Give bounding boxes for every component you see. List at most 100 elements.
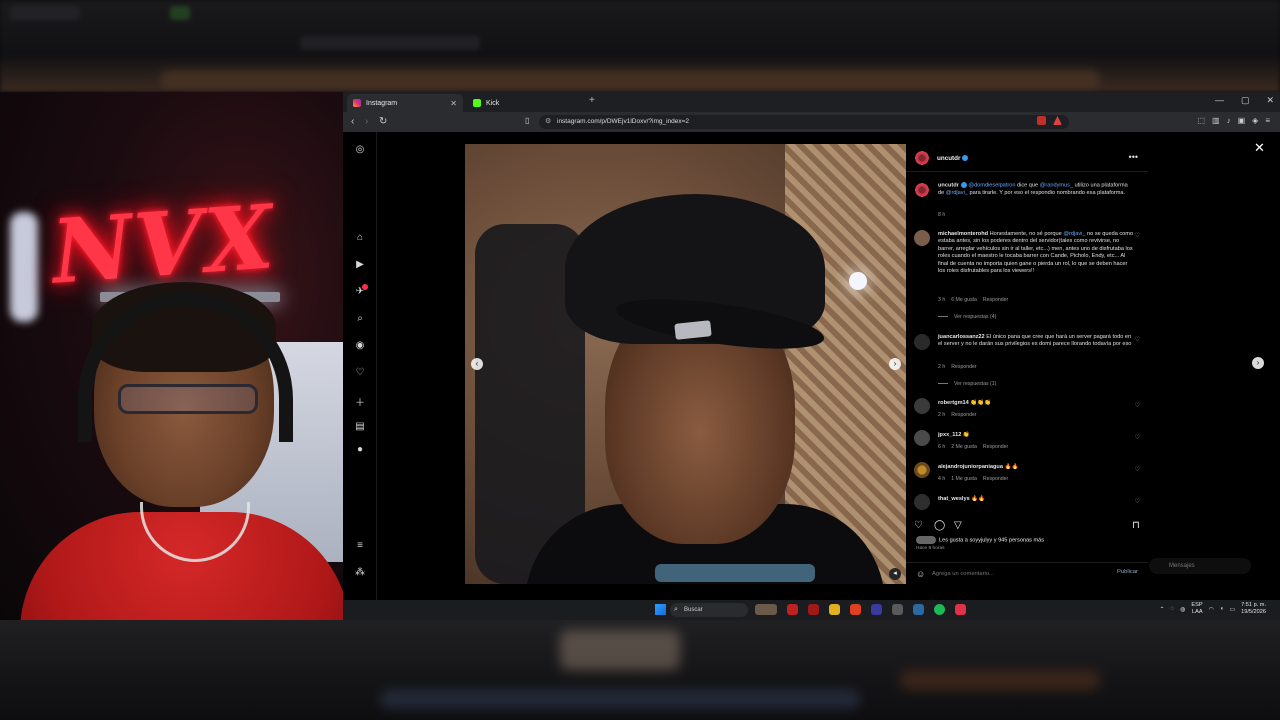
reply-link[interactable]: Responder — [983, 297, 1008, 303]
like-comment-icon[interactable]: ♡ — [1135, 498, 1140, 505]
tray-arrow-icon[interactable]: ⌃ — [1160, 606, 1165, 613]
youtube-icon[interactable] — [787, 604, 798, 615]
comment-input[interactable] — [932, 569, 1102, 579]
commenter-avatar[interactable] — [914, 430, 930, 446]
spotify-icon[interactable] — [934, 604, 945, 615]
mention-link[interactable]: @rdjavi_ — [1063, 231, 1085, 237]
carousel-next-icon[interactable]: › — [889, 358, 901, 370]
carousel-prev-icon[interactable]: ‹ — [471, 358, 483, 370]
mention-link[interactable]: @randymus_ — [1040, 182, 1073, 188]
next-post-icon[interactable]: › — [1252, 357, 1264, 369]
more-menu-icon[interactable]: ≡ — [353, 540, 367, 551]
reels-icon[interactable]: ▶ — [353, 259, 367, 270]
forward-icon[interactable]: › — [365, 116, 368, 127]
wifi-icon[interactable]: ◠ — [1209, 606, 1214, 613]
author-avatar[interactable] — [914, 150, 930, 166]
url-field[interactable]: ⚙ instagram.com/p/DWEjv1lDoxv/?img_index… — [539, 115, 1069, 129]
caption-avatar[interactable] — [914, 182, 930, 198]
comment-username[interactable]: that_weslys — [938, 496, 970, 502]
view-replies-link[interactable]: Ver respuestas (1) — [938, 381, 996, 387]
site-info-icon[interactable]: ⚙ — [545, 115, 551, 129]
meta-icon[interactable]: ⁂ — [353, 567, 367, 578]
instagram-logo-icon[interactable]: ◎ — [353, 144, 367, 155]
extensions-icon[interactable]: ⬚ — [1197, 116, 1205, 125]
file-explorer-icon[interactable] — [829, 604, 840, 615]
comment-username[interactable]: michaelmonterohd — [938, 231, 988, 237]
reply-link[interactable]: Responder — [951, 412, 976, 418]
reload-icon[interactable]: ↻ — [379, 116, 387, 127]
create-icon[interactable]: ＋ — [353, 394, 367, 409]
home-icon[interactable]: ⌂ — [353, 232, 367, 243]
reply-link[interactable]: Responder — [983, 444, 1008, 450]
back-icon[interactable]: ‹ — [351, 116, 354, 127]
like-comment-icon[interactable]: ♡ — [1135, 336, 1140, 343]
clock[interactable]: 7:51 p. m. 19/5/2026 — [1241, 602, 1266, 616]
more-options-icon[interactable]: ••• — [1129, 152, 1138, 162]
close-modal-icon[interactable]: ✕ — [1254, 140, 1265, 156]
like-comment-icon[interactable]: ♡ — [1135, 466, 1140, 473]
new-tab-button[interactable]: + — [589, 95, 595, 106]
commenter-avatar[interactable] — [914, 494, 930, 510]
reply-link[interactable]: Responder — [951, 364, 976, 370]
close-tab-icon[interactable]: ✕ — [450, 99, 457, 108]
brave-icon[interactable] — [850, 604, 861, 615]
tab-kick[interactable]: Kick — [467, 94, 583, 112]
sidebar-icon[interactable]: ▥ — [1212, 116, 1220, 125]
playlist-icon[interactable]: ♪ — [1227, 116, 1231, 125]
like-comment-icon[interactable]: ♡ — [1135, 232, 1140, 239]
emoji-icon[interactable]: ☺ — [916, 569, 925, 579]
brave-shield-icon[interactable] — [1037, 116, 1046, 125]
mention-link[interactable]: @rdjavi_ — [946, 190, 968, 196]
messages-button[interactable]: Mensajes — [1149, 558, 1251, 574]
vpn-icon[interactable]: ◈ — [1252, 116, 1258, 125]
discord-icon[interactable] — [871, 604, 882, 615]
wallet-icon[interactable]: ▣ — [1238, 116, 1246, 125]
mention-link[interactable]: @domdieselpatron — [968, 182, 1015, 188]
menu-icon[interactable]: ≡ — [1265, 116, 1270, 125]
like-comment-icon[interactable]: ♡ — [1135, 434, 1140, 441]
author-username[interactable]: uncutdr — [937, 155, 969, 162]
battery-icon[interactable]: ▭ — [1229, 606, 1235, 613]
steam-icon[interactable] — [913, 604, 924, 615]
profile-avatar-icon[interactable]: ● — [353, 444, 367, 455]
publish-button[interactable]: Publicar — [1117, 569, 1138, 575]
comment-username[interactable]: juancarlossanz22 — [938, 334, 985, 340]
app-icon[interactable] — [808, 604, 819, 615]
app-tray-icon[interactable]: ◍ — [1180, 606, 1185, 613]
explore-icon[interactable]: ◉ — [353, 340, 367, 351]
app-icon[interactable] — [955, 604, 966, 615]
comment-username[interactable]: alejandrojuniorpaniagua — [938, 464, 1003, 470]
commenter-avatar[interactable] — [914, 462, 930, 478]
widget-icon[interactable] — [755, 604, 777, 615]
commenter-avatar[interactable] — [914, 230, 930, 246]
reply-link[interactable]: Responder — [983, 476, 1008, 482]
post-image[interactable]: ‹ › — [465, 144, 906, 584]
commenter-avatar[interactable] — [914, 334, 930, 350]
comment-username[interactable]: robertgm14 — [938, 400, 969, 406]
comment-username[interactable]: jpxx_112 — [938, 432, 961, 438]
minimize-icon[interactable]: — — [1215, 95, 1224, 106]
view-replies-link[interactable]: Ver respuestas (4) — [938, 314, 996, 320]
like-icon[interactable]: ♡ — [914, 520, 923, 531]
language-indicator[interactable]: ESP LAA — [1191, 602, 1202, 616]
search-icon[interactable]: ⌕ — [353, 313, 367, 324]
mute-icon[interactable]: ◂ — [889, 568, 901, 580]
caption-username[interactable]: uncutdr — [938, 182, 959, 188]
app-icon[interactable] — [892, 604, 903, 615]
dashboard-icon[interactable]: ▤ — [353, 421, 367, 432]
bookmark-icon[interactable]: ▯ — [525, 116, 529, 125]
save-icon[interactable]: ⊓ — [1132, 520, 1140, 531]
likes-summary[interactable]: Les gusta a soyyjulyy y 945 personas más — [916, 536, 1044, 544]
taskbar-search[interactable]: Buscar — [670, 603, 748, 617]
share-icon[interactable]: ▽ — [954, 520, 962, 531]
tab-instagram[interactable]: Instagram ✕ — [347, 94, 463, 112]
commenter-avatar[interactable] — [914, 398, 930, 414]
notifications-heart-icon[interactable]: ♡ — [353, 367, 367, 378]
comment-icon[interactable]: ◯ — [934, 520, 945, 531]
speaker-icon[interactable]: ◖ — [1220, 606, 1224, 612]
maximize-icon[interactable]: ▢ — [1241, 95, 1250, 106]
windows-start-icon[interactable] — [655, 604, 666, 615]
network-icon[interactable]: ◌ — [1171, 606, 1175, 612]
close-window-icon[interactable]: ✕ — [1266, 95, 1274, 106]
like-comment-icon[interactable]: ♡ — [1135, 402, 1140, 409]
